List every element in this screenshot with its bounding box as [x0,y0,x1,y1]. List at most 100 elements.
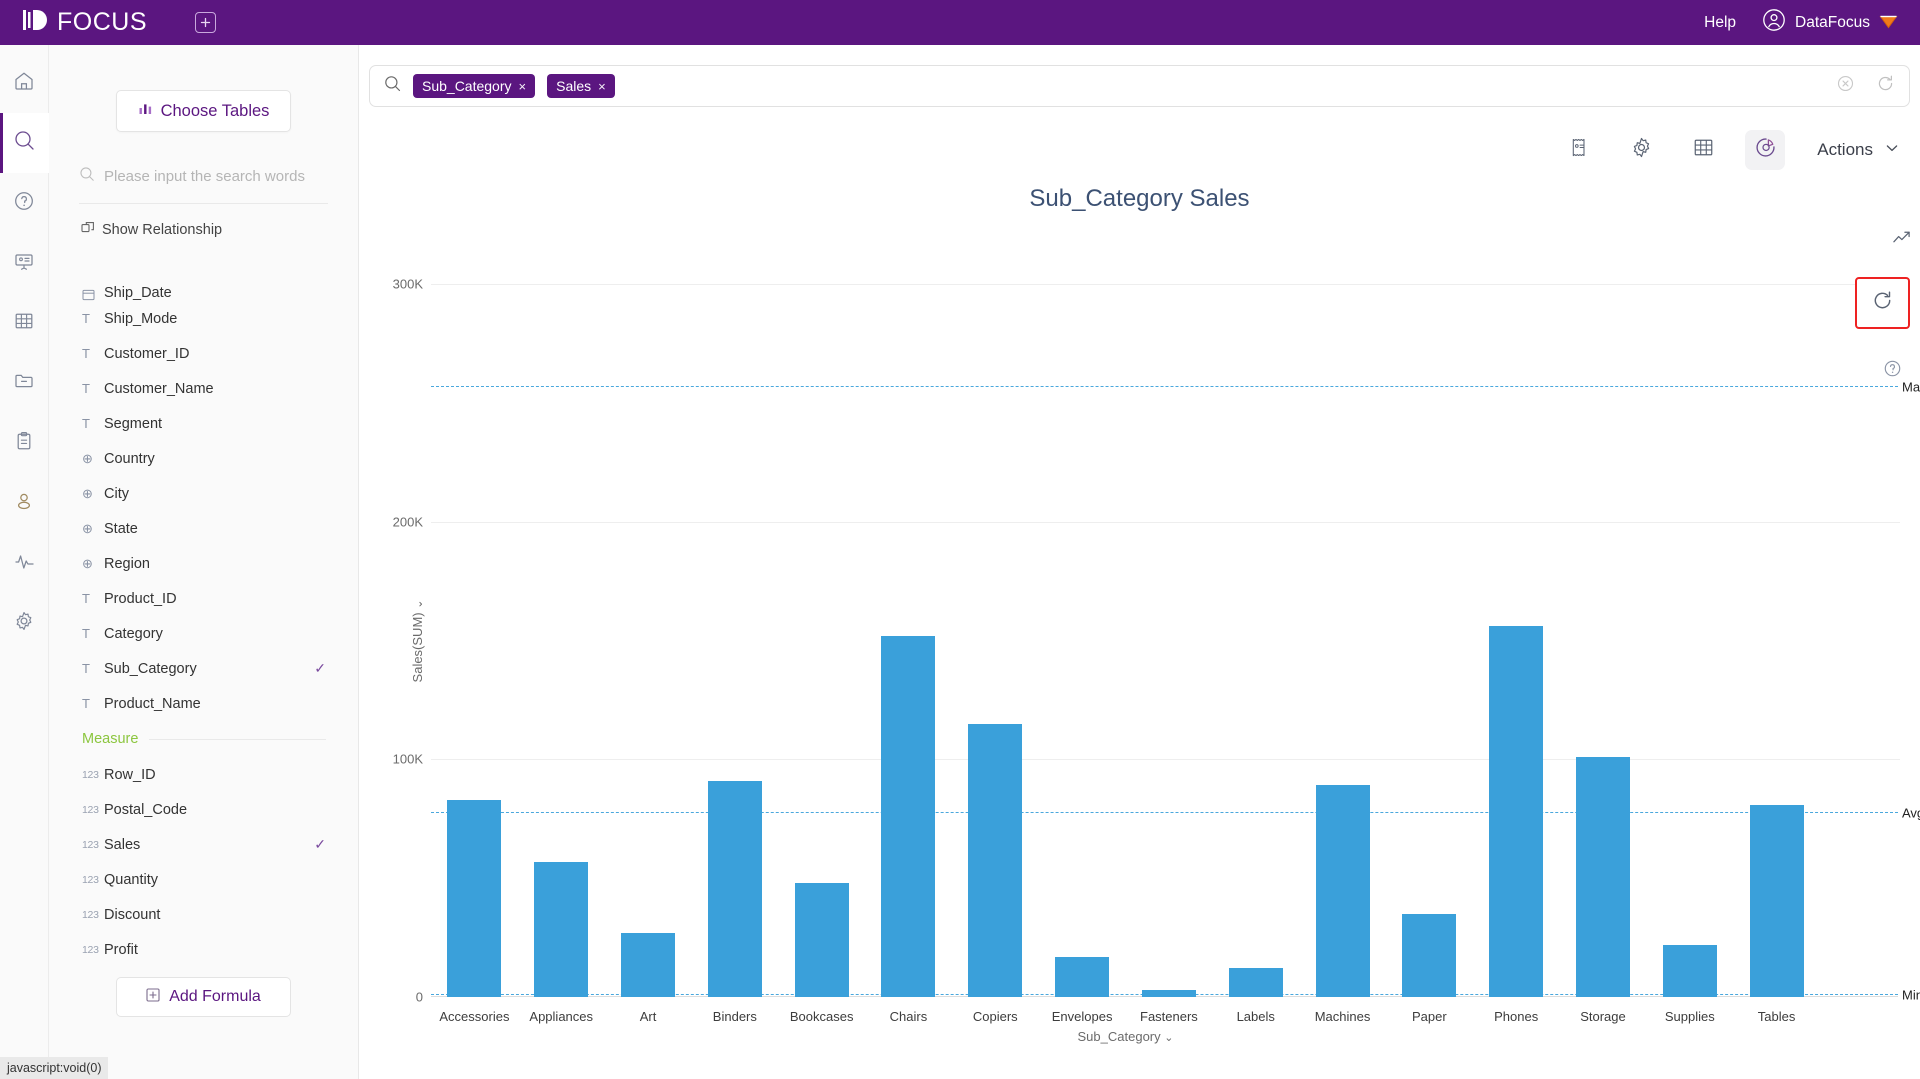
bar-column[interactable] [1299,284,1386,997]
geo-icon: ⊕ [82,485,93,501]
bar-accessories[interactable] [447,799,502,997]
table-view-button[interactable] [1683,130,1723,170]
trend-line-button[interactable] [1888,227,1914,253]
bar-appliances[interactable] [534,861,589,997]
show-relationship-button[interactable]: Show Relationship [81,221,358,239]
x-axis-title[interactable]: Sub_Category ⌄ [431,1029,1820,1044]
bar-chairs[interactable] [881,635,936,997]
bar-column[interactable] [431,284,518,997]
measure-row[interactable]: 123 Row_ID [49,757,359,792]
ytick-label: 100K [392,751,423,767]
measure-row[interactable]: 123 Quantity [49,862,359,897]
rail-item-table[interactable] [0,293,49,353]
chart-help-button[interactable] [1883,359,1902,383]
bar-art[interactable] [621,932,676,997]
field-list[interactable]: Ship_Date T Ship_Mode T Customer_ID T Cu… [49,277,359,977]
field-row[interactable]: T Sub_Category ✓ [49,651,359,686]
xlabel: Art [639,1009,657,1024]
field-row[interactable]: T Customer_ID [49,336,359,371]
bar-paper[interactable] [1402,913,1457,997]
bar-column[interactable] [778,284,865,997]
actions-menu[interactable]: Actions [1817,140,1900,161]
rail-item-search[interactable] [0,113,49,173]
field-row[interactable]: T Customer_Name [49,371,359,406]
rail-item-settings[interactable] [0,593,49,653]
field-row[interactable]: ⊕ Country [49,441,359,476]
close-icon[interactable]: × [598,79,606,94]
chart-view-button[interactable] [1745,130,1786,170]
receipt-icon [1569,137,1590,163]
y-axis-title[interactable]: Sales(SUM) ⌄ [410,599,425,682]
rail-item-help[interactable] [0,173,49,233]
measure-row[interactable]: 123 Sales ✓ [49,827,359,862]
measure-row[interactable]: 123 Discount [49,897,359,932]
rail-item-folder[interactable] [0,353,49,413]
presentation-icon [13,250,35,277]
bar-column[interactable] [691,284,778,997]
settings-button[interactable] [1621,130,1661,170]
bar-tables[interactable] [1749,804,1804,997]
field-row[interactable]: T Segment [49,406,359,441]
bar-column[interactable] [1126,284,1213,997]
bar-fasteners[interactable] [1141,989,1196,997]
search-bar[interactable]: Sub_Category × Sales × [369,65,1910,107]
add-formula-label: Add Formula [169,988,261,1005]
bar-envelopes[interactable] [1055,956,1110,997]
field-row[interactable]: T Category [49,616,359,651]
panel-search-field[interactable]: Please input the search words [79,166,328,204]
help-link[interactable]: Help [1704,14,1736,32]
bar-column[interactable] [1733,284,1820,997]
bar-binders[interactable] [707,780,762,997]
status-bar-text: javascript:void(0) [7,1061,102,1075]
search-chip-sub-category[interactable]: Sub_Category × [413,74,536,98]
bar-column[interactable] [865,284,952,997]
clear-circle-icon[interactable] [1837,75,1854,97]
field-row[interactable]: ⊕ State [49,511,359,546]
measure-label: Sales [104,836,141,853]
measure-row[interactable]: 123 Profit [49,932,359,967]
bar-supplies[interactable] [1662,944,1717,997]
bar-column[interactable] [1039,284,1126,997]
add-tab-button[interactable] [195,12,216,33]
rail-item-clipboard[interactable] [0,413,49,473]
bar-storage[interactable] [1575,756,1630,997]
field-label: Product_Name [104,695,201,712]
bar-column[interactable] [1646,284,1733,997]
x-axis-labels: Accessories Appliances Art Binders Bookc… [431,997,1820,1024]
bar-labels[interactable] [1228,968,1283,997]
rail-item-presentation[interactable] [0,233,49,293]
bar-column[interactable] [518,284,605,997]
bar-column[interactable] [1473,284,1560,997]
choose-tables-button[interactable]: Choose Tables [116,90,291,132]
bar-bookcases[interactable] [794,882,849,997]
rail-item-user[interactable] [0,473,49,533]
refresh-icon[interactable] [1876,74,1895,98]
bar-column[interactable] [1560,284,1647,997]
bar-column[interactable] [605,284,692,997]
field-row[interactable]: ⊕ Region [49,546,359,581]
field-row[interactable]: T Product_Name [49,686,359,721]
field-row[interactable]: T Ship_Mode [49,301,359,336]
brand-logo[interactable]: FOCUS [22,7,147,38]
search-chip-sales[interactable]: Sales × [547,74,615,98]
chart-refresh-button[interactable] [1855,277,1910,329]
rail-item-pulse[interactable] [0,533,49,593]
field-row[interactable]: ⊕ City [49,476,359,511]
bar-column[interactable] [1386,284,1473,997]
field-selected-check-icon: ✓ [314,660,326,676]
receipt-button[interactable] [1559,130,1599,170]
rail-item-home[interactable] [0,53,49,113]
field-row[interactable]: Ship_Date [49,277,359,301]
field-row[interactable]: T Product_ID [49,581,359,616]
bar-column[interactable] [952,284,1039,997]
close-icon[interactable]: × [519,79,527,94]
bar-phones[interactable] [1489,626,1544,997]
bar-machines[interactable] [1315,785,1370,997]
user-menu[interactable]: DataFocus [1762,8,1898,37]
bar-column[interactable] [1212,284,1299,997]
show-relationship-label: Show Relationship [102,222,223,238]
plot-area: 300K 200K 100K 0 Sales(SUM) ⌄ Max 25 Avg… [393,277,1920,1045]
add-formula-button[interactable]: Add Formula [116,977,291,1017]
measure-row[interactable]: 123 Postal_Code [49,792,359,827]
bar-copiers[interactable] [968,723,1023,997]
